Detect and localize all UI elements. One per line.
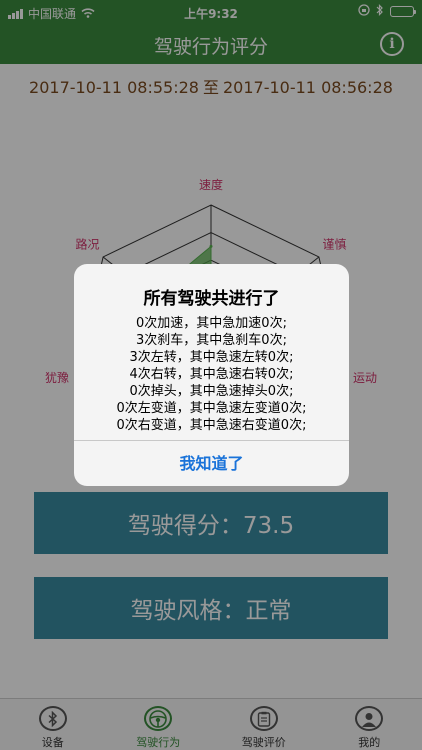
alert-line: 0次右变道，其中急速右变道0次;	[116, 418, 307, 433]
alert-message: 0次加速，其中急加速0次; 3次刹车，其中急刹车0次; 3次左转，其中急速左转0…	[74, 315, 349, 434]
alert-line: 0次加速，其中急加速0次;	[136, 316, 287, 331]
alert-line: 3次左转，其中急速左转0次;	[129, 350, 294, 365]
alert-title: 所有驾驶共进行了	[143, 289, 280, 309]
alert-dialog: 所有驾驶共进行了 0次加速，其中急加速0次; 3次刹车，其中急刹车0次; 3次左…	[74, 264, 349, 486]
alert-line: 0次左变道，其中急速左变道0次;	[116, 401, 307, 416]
alert-line: 3次刹车，其中急刹车0次;	[136, 333, 287, 348]
alert-confirm-button[interactable]: 我知道了	[74, 441, 349, 486]
alert-line: 4次右转，其中急速右转0次;	[129, 367, 294, 382]
alert-line: 0次掉头，其中急速掉头0次;	[129, 384, 294, 399]
